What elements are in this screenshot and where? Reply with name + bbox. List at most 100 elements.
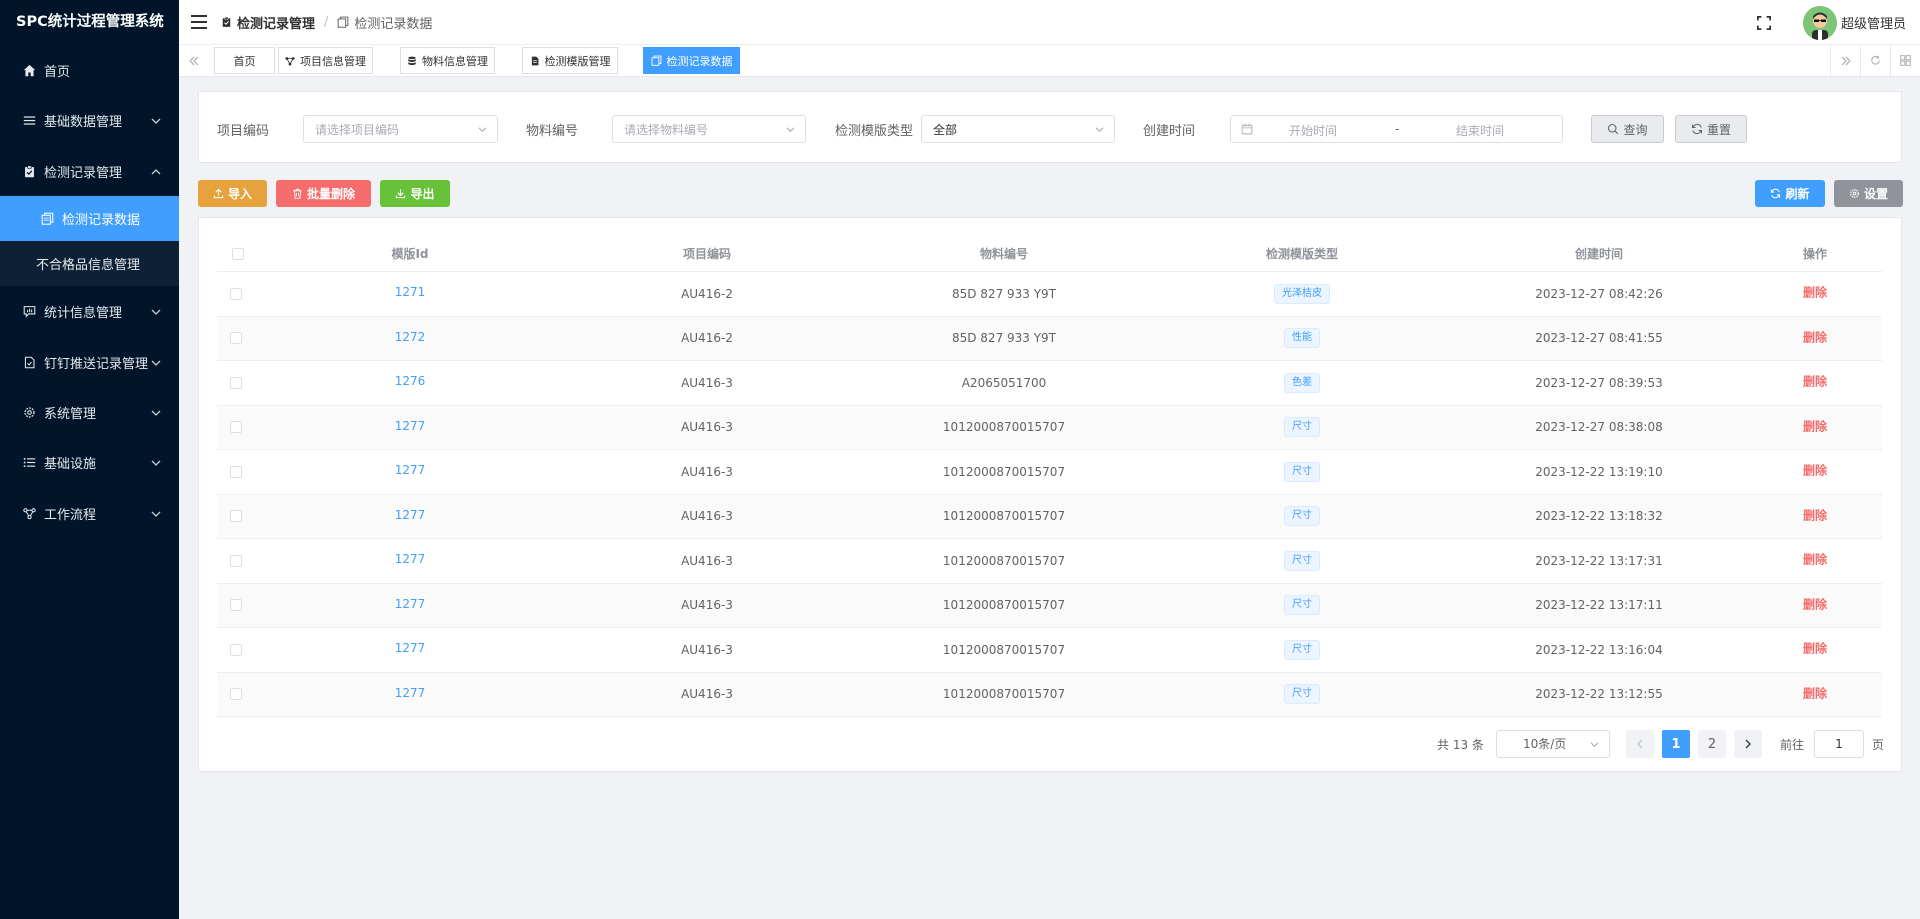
- fullscreen-icon[interactable]: [1756, 15, 1771, 30]
- sidebar-item-home[interactable]: 首页: [0, 45, 179, 96]
- tab-template-management[interactable]: 检测模版管理: [522, 47, 618, 74]
- table-row: 1277 AU416-3 1012000870015707 尺寸 2023-12-22 …: [217, 583, 1882, 628]
- created-time-cell: 2023-12-27 08:38:08: [1535, 420, 1663, 435]
- row-checkbox[interactable]: [230, 465, 242, 478]
- delete-button[interactable]: 删除: [1803, 284, 1827, 301]
- select-all-checkbox[interactable]: [232, 247, 244, 260]
- tabs-bar: 首页 项目信息管理 物料信息管理 检测模版管理 检测记录数据: [179, 45, 1920, 77]
- delete-button[interactable]: 删除: [1803, 595, 1827, 612]
- avatar[interactable]: [1802, 5, 1837, 40]
- tab-label: 首页: [233, 54, 256, 68]
- sidebar-subitem-inspection-data[interactable]: 检测记录数据: [0, 196, 179, 241]
- template-id-link[interactable]: 1272: [395, 330, 426, 344]
- tab-inspection-data[interactable]: 检测记录数据: [643, 47, 740, 74]
- export-button[interactable]: 导出: [380, 180, 450, 207]
- chevron-up-icon: [151, 167, 161, 177]
- template-id-link[interactable]: 1277: [395, 641, 426, 655]
- page-size-select[interactable]: 10条/页: [1496, 730, 1610, 758]
- sidebar-subitem-nonconforming[interactable]: 不合格品信息管理: [0, 241, 179, 286]
- end-time-input[interactable]: 结束时间: [1456, 122, 1504, 139]
- delete-button[interactable]: 删除: [1803, 551, 1827, 568]
- row-checkbox[interactable]: [230, 688, 242, 701]
- sidebar-item-statistics[interactable]: 统计信息管理: [0, 286, 179, 337]
- template-id-link[interactable]: 1277: [395, 597, 426, 611]
- import-button[interactable]: 导入: [198, 180, 267, 207]
- template-id-link[interactable]: 1277: [395, 419, 426, 433]
- column-header-template-id[interactable]: 模版Id: [391, 236, 428, 272]
- breadcrumb-separator: /: [324, 14, 329, 30]
- row-checkbox[interactable]: [230, 287, 242, 300]
- sidebar-item-system[interactable]: 系统管理: [0, 387, 179, 438]
- project-code-select[interactable]: 请选择项目编码: [303, 115, 498, 143]
- delete-button[interactable]: 删除: [1803, 684, 1827, 701]
- prev-page-button[interactable]: [1626, 730, 1654, 758]
- template-id-link[interactable]: 1277: [395, 508, 426, 522]
- reset-button[interactable]: 重置: [1675, 115, 1747, 143]
- breadcrumb-item[interactable]: 检测记录管理: [221, 13, 315, 32]
- sidebar-item-inspection-records[interactable]: 检测记录管理: [0, 146, 179, 197]
- goto-page-input[interactable]: 1: [1814, 730, 1864, 758]
- template-type-select[interactable]: 全部: [921, 115, 1115, 143]
- row-checkbox[interactable]: [230, 510, 242, 523]
- row-checkbox[interactable]: [230, 421, 242, 434]
- delete-button[interactable]: 删除: [1803, 506, 1827, 523]
- column-header-created-time[interactable]: 创建时间: [1575, 236, 1623, 272]
- refresh-button[interactable]: 刷新: [1755, 180, 1825, 207]
- sidebar-item-basic-data[interactable]: 基础数据管理: [0, 95, 179, 146]
- project-code-cell: AU416-3: [681, 553, 733, 568]
- sidebar-item-dingtalk-push[interactable]: 钉钉推送记录管理: [0, 337, 179, 388]
- calendar-icon: [1241, 123, 1253, 135]
- delete-button[interactable]: 删除: [1803, 417, 1827, 434]
- template-id-link[interactable]: 1276: [395, 374, 426, 388]
- batch-delete-button[interactable]: 批量删除: [276, 180, 371, 207]
- menu-toggle-icon[interactable]: [191, 15, 207, 29]
- material-code-select[interactable]: 请选择物料编号: [612, 115, 806, 143]
- template-id-link[interactable]: 1277: [395, 552, 426, 566]
- row-checkbox[interactable]: [230, 554, 242, 567]
- bullet-list-icon: [22, 456, 36, 470]
- tab-home[interactable]: 首页: [214, 47, 275, 74]
- row-checkbox[interactable]: [230, 376, 242, 389]
- page-button-2[interactable]: 2: [1698, 730, 1726, 758]
- tabs-scroll-right-icon[interactable]: [1830, 45, 1860, 76]
- template-id-link[interactable]: 1277: [395, 463, 426, 477]
- next-page-button[interactable]: [1734, 730, 1762, 758]
- query-button[interactable]: 查询: [1591, 115, 1664, 143]
- chevron-down-icon: [786, 127, 795, 133]
- project-code-cell: AU416-2: [681, 331, 733, 346]
- row-checkbox[interactable]: [230, 332, 242, 345]
- sidebar-item-label: 统计信息管理: [44, 306, 123, 321]
- chevron-left-icon: [1637, 739, 1643, 749]
- created-time-range[interactable]: 开始时间 - 结束时间: [1230, 115, 1563, 143]
- username[interactable]: 超级管理员: [1841, 13, 1906, 32]
- template-id-link[interactable]: 1271: [395, 285, 426, 299]
- row-checkbox[interactable]: [230, 599, 242, 612]
- delete-button[interactable]: 删除: [1803, 328, 1827, 345]
- column-header-project-code[interactable]: 项目编码: [683, 236, 731, 272]
- row-checkbox[interactable]: [230, 643, 242, 656]
- delete-button[interactable]: 删除: [1803, 462, 1827, 479]
- tabs-refresh-icon[interactable]: [1860, 45, 1890, 76]
- start-time-input[interactable]: 开始时间: [1289, 122, 1337, 139]
- column-header-template-type[interactable]: 检测模版类型: [1266, 236, 1338, 272]
- delete-button[interactable]: 删除: [1803, 373, 1827, 390]
- document-icon: [22, 356, 36, 370]
- page-button-1[interactable]: 1: [1662, 730, 1690, 758]
- sidebar-item-label: 系统管理: [44, 407, 97, 422]
- tab-material-info[interactable]: 物料信息管理: [400, 47, 495, 74]
- tab-project-info[interactable]: 项目信息管理: [278, 47, 373, 74]
- settings-button[interactable]: 设置: [1834, 180, 1903, 207]
- sidebar-item-infrastructure[interactable]: 基础设施: [0, 437, 179, 488]
- delete-button[interactable]: 删除: [1803, 640, 1827, 657]
- tabs-scroll-left-icon[interactable]: [179, 45, 209, 76]
- template-type-tag: 色差: [1284, 372, 1320, 393]
- tabs-grid-menu-icon[interactable]: [1890, 45, 1920, 76]
- template-id-link[interactable]: 1277: [395, 686, 426, 700]
- sidebar-item-workflow[interactable]: 工作流程: [0, 488, 179, 539]
- column-header-actions: 操作: [1802, 247, 1828, 261]
- column-header-material-code[interactable]: 物料编号: [980, 236, 1028, 272]
- table-row: 1277 AU416-3 1012000870015707 尺寸 2023-12-22 …: [217, 494, 1882, 539]
- created-time-cell: 2023-12-22 13:19:10: [1535, 464, 1663, 479]
- created-time-cell: 2023-12-22 13:17:11: [1535, 598, 1663, 613]
- page-size-value: 10条/页: [1523, 737, 1567, 751]
